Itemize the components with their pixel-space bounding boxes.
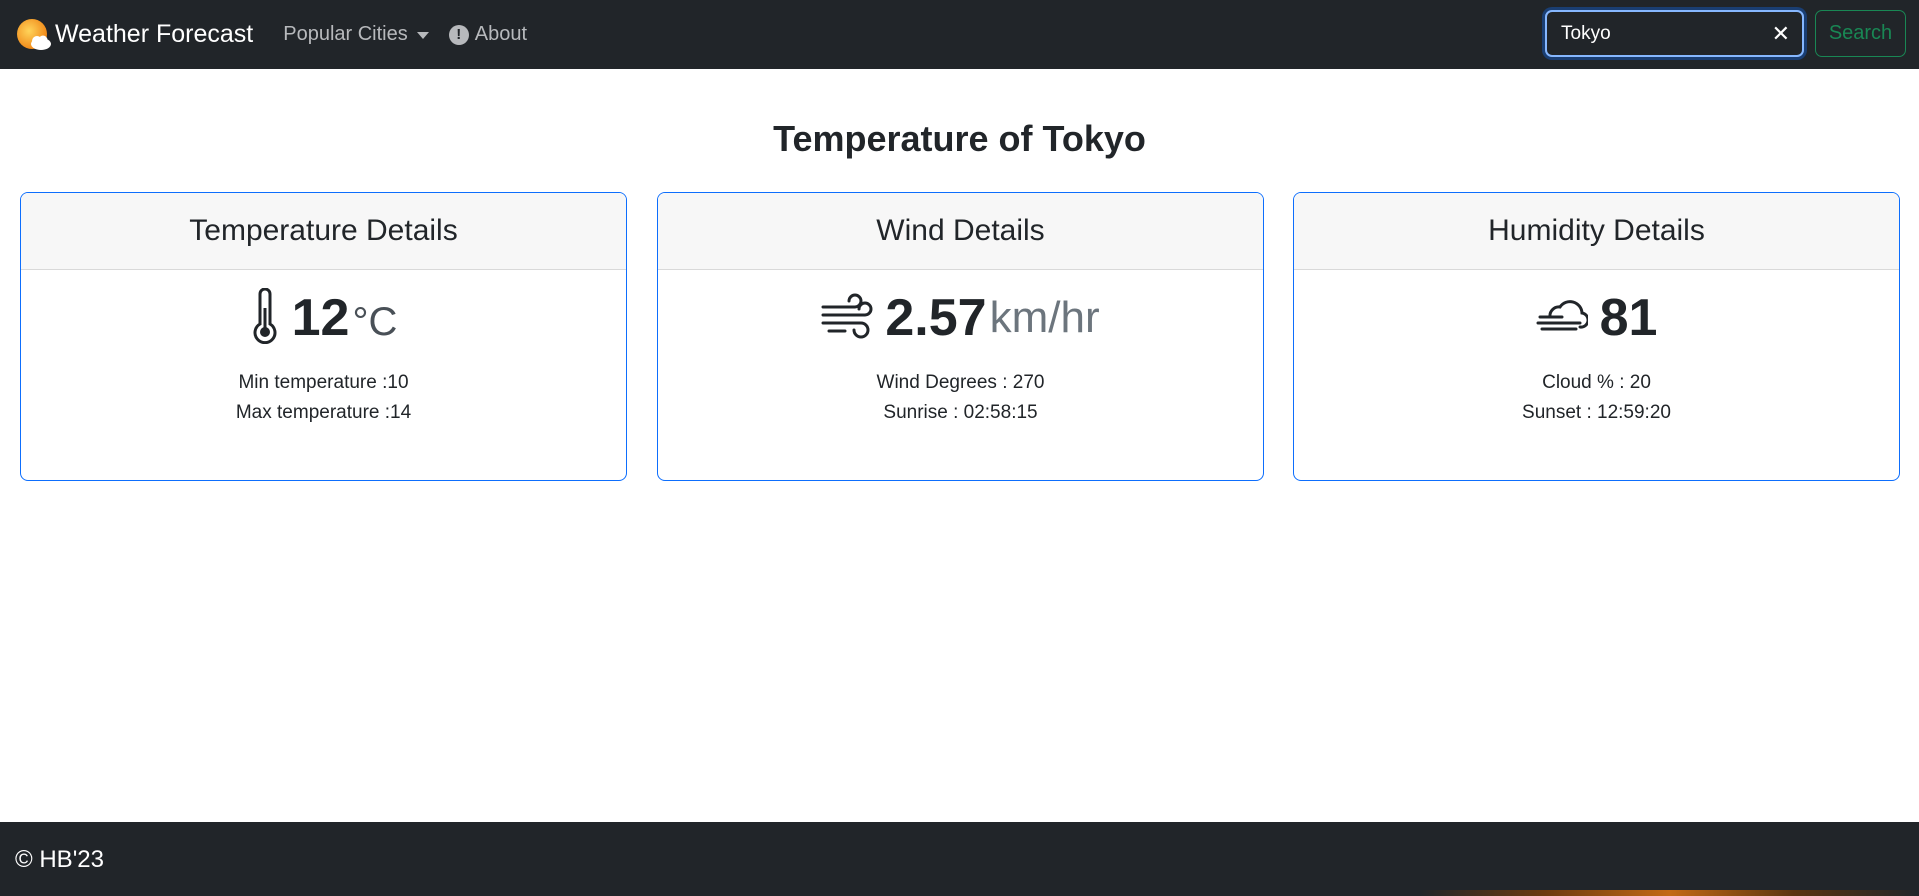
info-icon: ! — [448, 24, 469, 45]
max-temperature: Max temperature :14 — [235, 402, 412, 423]
humidity-value-row: 81 — [1294, 288, 1899, 348]
wind-speed-unit: km/hr — [989, 293, 1100, 342]
temperature-value-row: 12 °C — [21, 287, 626, 349]
wind-speed-value: 2.57 — [885, 289, 987, 347]
sun-cloud-logo-icon — [15, 16, 53, 54]
wind-card: Wind Details 2.57 km/hr Wind Degrees : 2… — [657, 192, 1264, 481]
card-header: Wind Details — [658, 193, 1263, 270]
wind-value-row: 2.57 km/hr — [658, 288, 1263, 348]
footer: © HB'23 — [0, 822, 1919, 896]
brand-title: Weather Forecast — [55, 20, 254, 48]
sunset-time: Sunset : 12:59:20 — [1522, 402, 1671, 423]
min-temperature: Min temperature :10 — [238, 372, 409, 393]
footer-background-image — [1420, 890, 1919, 896]
about-link[interactable]: ! About — [448, 23, 528, 46]
temperature-unit: °C — [352, 299, 398, 344]
footer-copyright: © HB'23 — [15, 846, 104, 873]
card-header: Humidity Details — [1294, 193, 1899, 270]
card-header: Temperature Details — [21, 193, 626, 270]
temperature-card: Temperature Details 12 °C Min temperatur… — [20, 192, 627, 481]
sunrise-time: Sunrise : 02:58:15 — [883, 402, 1038, 423]
cloud-percent: Cloud % : 20 — [1542, 372, 1651, 393]
popular-cities-dropdown[interactable]: Popular Cities — [283, 23, 429, 46]
page-title: Temperature of Tokyo — [773, 118, 1146, 159]
search-box: ✕ — [1545, 10, 1804, 57]
thermometer-icon — [250, 287, 280, 349]
brand-link[interactable]: Weather Forecast — [15, 16, 253, 54]
navbar: Weather Forecast Popular Cities ! About … — [0, 0, 1919, 69]
search-button[interactable]: Search — [1815, 10, 1906, 57]
popular-cities-label: Popular Cities — [283, 23, 408, 45]
haze-cloud-icon — [1536, 293, 1590, 344]
about-label: About — [474, 23, 528, 45]
wind-icon — [821, 293, 873, 344]
clear-search-icon[interactable]: ✕ — [1772, 20, 1790, 48]
temperature-value: 12 — [291, 289, 350, 347]
search-input[interactable] — [1561, 21, 1761, 47]
humidity-card: Humidity Details 81 Cloud % : 20 Sunset … — [1293, 192, 1900, 481]
chevron-down-icon — [416, 32, 429, 39]
wind-degrees: Wind Degrees : 270 — [876, 372, 1045, 393]
humidity-value: 81 — [1599, 289, 1658, 347]
